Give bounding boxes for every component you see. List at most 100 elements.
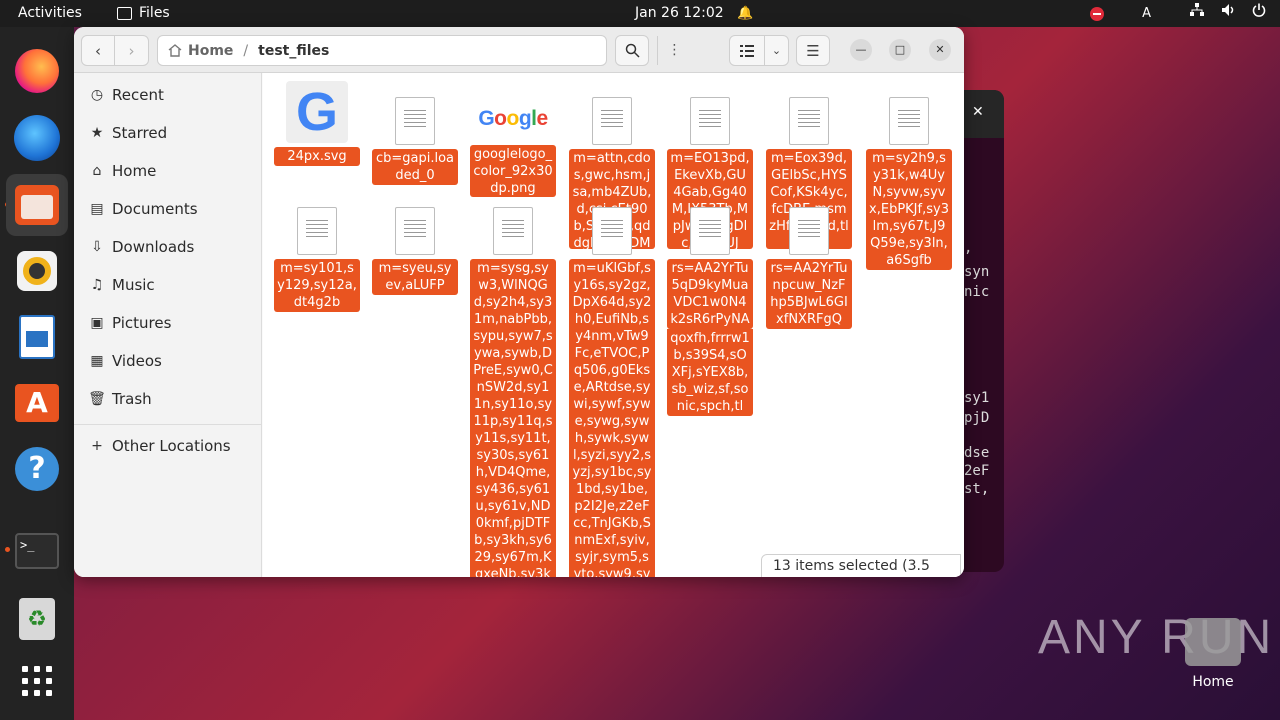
system-tray[interactable]: A [1090, 0, 1266, 27]
clock-icon: ◷ [90, 87, 104, 103]
file-name: m=sy2h9,sy31k,w4UyN,syvw,syvx,EbPKJf,sy3… [866, 149, 952, 270]
dock-terminal[interactable]: >_ [13, 527, 61, 575]
file-item[interactable]: rs=AA2YrTu5qD9kyMuaVDC1w0N4k2sR6rPyNA qo… [666, 207, 754, 416]
terminal-line: pjD [964, 410, 990, 426]
breadcrumb-current[interactable]: test_files [258, 43, 329, 59]
clock[interactable]: Jan 26 12:02 [635, 0, 724, 27]
minimize-button[interactable]: — [850, 39, 872, 61]
maximize-button[interactable]: □ [889, 39, 911, 61]
running-indicator [5, 547, 10, 552]
text-file-icon [395, 97, 435, 145]
text-file-icon [789, 207, 829, 255]
do-not-disturb-icon[interactable] [1090, 6, 1105, 21]
sidebar-item-starred[interactable]: ★ Starred [74, 115, 262, 151]
sidebar-item-other-locations[interactable]: + Other Locations [74, 428, 262, 464]
rhythmbox-icon [17, 251, 57, 291]
input-source-indicator[interactable]: A [1142, 0, 1151, 27]
network-icon[interactable] [1189, 0, 1205, 27]
home-icon [168, 44, 182, 57]
app-center-icon: A [15, 384, 59, 422]
file-item[interactable]: m=sysg,syw3,WlNQGd,sy2h4,sy31m,nabPbb,sy… [469, 207, 557, 577]
dock-firefox[interactable] [13, 47, 61, 95]
music-icon: ♫ [90, 277, 104, 293]
file-item[interactable]: G 24px.svg [273, 81, 361, 166]
sidebar-item-label: Pictures [112, 314, 172, 332]
back-button[interactable]: ‹ [81, 35, 115, 66]
volume-icon[interactable] [1221, 0, 1236, 27]
file-name: cb=gapi.loaded_0 [372, 149, 458, 185]
file-item[interactable]: rs=AA2YrTunpcuw_NzFhp5BJwL6GIxfNXRFgQ [765, 207, 853, 329]
google-g-icon: G [286, 81, 348, 143]
sidebar-item-home[interactable]: ⌂ Home [74, 153, 262, 189]
file-item[interactable]: m=uKlGbf,sy16s,sy2gz,DpX64d,sy2h0,EufiNb… [568, 207, 656, 577]
view-options-button[interactable]: ⌄ [764, 35, 789, 66]
close-icon[interactable]: ✕ [972, 104, 984, 120]
downloads-icon: ⇩ [91, 239, 103, 255]
sidebar-item-pictures[interactable]: ▣ Pictures [74, 305, 262, 341]
text-file-icon [690, 97, 730, 145]
dock-writer[interactable] [13, 313, 61, 361]
pictures-icon: ▣ [90, 315, 104, 331]
activities-button[interactable]: Activities [18, 0, 82, 27]
terminal-line: , [964, 240, 973, 256]
app-menu-files[interactable]: Files [117, 0, 170, 27]
text-file-icon [690, 207, 730, 255]
headerbar: ‹ › Home / test_files ⋮ ⌄ ☰ — □ ✕ [74, 27, 964, 73]
file-item[interactable]: m=syeu,syev,aLUFP [371, 207, 459, 295]
desktop-home-icon[interactable]: Home [1183, 618, 1243, 690]
minimize-icon: — [855, 43, 867, 56]
dock-help[interactable]: ? [13, 445, 61, 493]
sidebar-item-videos[interactable]: ▦ Videos [74, 343, 262, 379]
dock-files[interactable] [6, 174, 68, 236]
forward-button[interactable]: › [114, 35, 149, 66]
path-menu-button[interactable]: ⋮ [657, 36, 691, 65]
sidebar-item-trash[interactable]: 🗑 Trash [74, 381, 262, 417]
plus-icon: + [91, 438, 103, 454]
selection-status: 13 items selected (3.5 MB) [761, 554, 961, 577]
file-item[interactable]: Google googlelogo_color_92x30dp.png [469, 97, 557, 201]
file-name: m=sy101,sy129,sy12a,dt4g2b [274, 259, 360, 312]
sidebar-item-music[interactable]: ♫ Music [74, 267, 262, 303]
bell-icon[interactable]: 🔔 [737, 0, 753, 27]
folder-icon [117, 7, 132, 20]
power-icon[interactable] [1252, 0, 1266, 27]
file-name: m=syeu,syev,aLUFP [372, 259, 458, 295]
terminal-line: syn [964, 264, 990, 280]
app-name: Files [139, 5, 170, 21]
sidebar-item-label: Starred [112, 124, 168, 142]
star-icon: ★ [90, 125, 104, 141]
terminal-line: dse [964, 445, 990, 461]
show-apps-button[interactable] [13, 657, 61, 705]
sidebar-item-documents[interactable]: ▤ Documents [74, 191, 262, 227]
maximize-icon: □ [894, 43, 906, 56]
dock-app-center[interactable]: A [13, 379, 61, 427]
search-button[interactable] [615, 35, 649, 66]
trash-icon: 🗑 [88, 391, 106, 407]
list-view-button[interactable] [729, 35, 765, 66]
files-window: ‹ › Home / test_files ⋮ ⌄ ☰ — □ ✕ ◷ Recen… [74, 27, 964, 577]
breadcrumb-separator: / [243, 42, 249, 59]
close-icon: ✕ [935, 43, 945, 56]
breadcrumb-home[interactable]: Home [158, 43, 233, 59]
close-button[interactable]: ✕ [929, 39, 951, 61]
main-menu-button[interactable]: ☰ [796, 35, 830, 66]
kebab-icon: ⋮ [667, 42, 682, 58]
sidebar: ◷ Recent ★ Starred ⌂ Home ▤ Documents ⇩ Downl… [74, 73, 262, 577]
help-icon: ? [15, 447, 59, 491]
sidebar-item-recent[interactable]: ◷ Recent [74, 77, 262, 113]
file-view[interactable]: G 24px.svg cb=gapi.loaded_0 Google googl… [263, 73, 964, 577]
sidebar-item-downloads[interactable]: ⇩ Downloads [74, 229, 262, 265]
text-file-icon [297, 207, 337, 255]
google-logo-icon: Google [478, 107, 548, 130]
grid-icon [22, 666, 52, 696]
writer-icon [19, 315, 55, 359]
terminal-line: nic [964, 284, 990, 300]
sidebar-item-label: Music [112, 276, 155, 294]
file-item[interactable]: m=sy2h9,sy31k,w4UyN,syvw,syvx,EbPKJf,sy3… [865, 97, 953, 270]
file-item[interactable]: m=sy101,sy129,sy12a,dt4g2b [273, 207, 361, 312]
dock-thunderbird[interactable] [13, 114, 61, 162]
file-item[interactable]: cb=gapi.loaded_0 [371, 97, 459, 185]
dock-rhythmbox[interactable] [13, 247, 61, 295]
text-file-icon [592, 207, 632, 255]
dock-trash[interactable]: ♻ [13, 595, 61, 643]
